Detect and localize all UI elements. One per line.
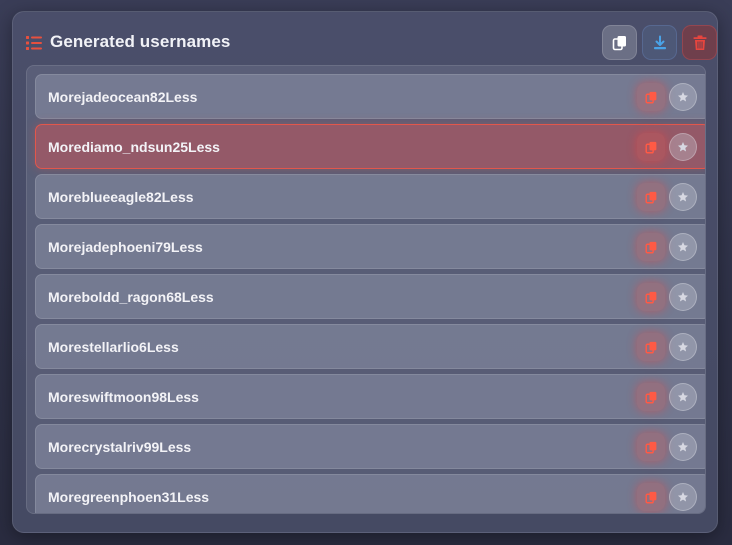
favorite-button[interactable]: [669, 333, 697, 361]
copy-icon: [644, 91, 656, 104]
username-text: Moreswiftmoon98Less: [48, 389, 199, 405]
star-icon: [678, 442, 688, 452]
username-text: Moreboldd_ragon68Less: [48, 289, 214, 305]
username-text: Morediamo_ndsun25Less: [48, 139, 220, 155]
copy-icon: [644, 391, 656, 404]
favorite-button[interactable]: [669, 233, 697, 261]
copy-icon: [612, 35, 626, 50]
trash-icon: [693, 35, 706, 50]
star-icon: [678, 92, 688, 102]
copy-username-button[interactable]: [637, 433, 665, 461]
delete-all-button[interactable]: [682, 25, 717, 60]
star-icon: [678, 492, 688, 502]
list-item[interactable]: Morestellarlio6Less: [35, 324, 705, 369]
copy-icon: [644, 341, 656, 354]
copy-icon: [644, 491, 656, 504]
star-icon: [678, 192, 688, 202]
panel-title: Generated usernames: [50, 32, 231, 51]
copy-username-button[interactable]: [637, 133, 665, 161]
copy-icon: [644, 291, 656, 304]
list-item[interactable]: Morecrystalriv99Less: [35, 424, 705, 469]
username-text: Moreblueeagle82Less: [48, 189, 194, 205]
download-button[interactable]: [642, 25, 677, 60]
star-icon: [678, 342, 688, 352]
copy-username-button[interactable]: [637, 183, 665, 211]
copy-username-button[interactable]: [637, 283, 665, 311]
star-icon: [678, 392, 688, 402]
list-item[interactable]: Moreswiftmoon98Less: [35, 374, 705, 419]
favorite-button[interactable]: [669, 483, 697, 511]
favorite-button[interactable]: [669, 83, 697, 111]
username-text: Morecrystalriv99Less: [48, 439, 192, 455]
list-item[interactable]: Morejadeocean82Less: [35, 74, 705, 119]
copy-username-button[interactable]: [637, 83, 665, 111]
list-item[interactable]: Morediamo_ndsun25Less: [35, 124, 705, 169]
list-icon: [26, 36, 42, 50]
usernames-panel: Generated usernames Morejadeocean82Less …: [12, 11, 718, 533]
panel-header: Generated usernames: [13, 12, 717, 67]
copy-username-button[interactable]: [637, 483, 665, 511]
copy-username-button[interactable]: [637, 383, 665, 411]
username-list[interactable]: Morejadeocean82Less Morediamo_ndsun25Les…: [26, 65, 706, 514]
copy-icon: [644, 241, 656, 254]
favorite-button[interactable]: [669, 183, 697, 211]
copy-icon: [644, 141, 656, 154]
download-icon: [653, 35, 666, 49]
list-item[interactable]: Morejadephoeni79Less: [35, 224, 705, 269]
star-icon: [678, 242, 688, 252]
copy-username-button[interactable]: [637, 333, 665, 361]
list-item[interactable]: Moreblueeagle82Less: [35, 174, 705, 219]
username-text: Morestellarlio6Less: [48, 339, 179, 355]
favorite-button[interactable]: [669, 283, 697, 311]
copy-icon: [644, 441, 656, 454]
list-item[interactable]: Moreboldd_ragon68Less: [35, 274, 705, 319]
username-text: Moregreenphoen31Less: [48, 489, 210, 505]
copy-username-button[interactable]: [637, 233, 665, 261]
copy-all-button[interactable]: [602, 25, 637, 60]
favorite-button[interactable]: [669, 133, 697, 161]
copy-icon: [644, 191, 656, 204]
favorite-button[interactable]: [669, 433, 697, 461]
username-text: Morejadephoeni79Less: [48, 239, 203, 255]
list-item[interactable]: Moregreenphoen31Less: [35, 474, 705, 513]
favorite-button[interactable]: [669, 383, 697, 411]
star-icon: [678, 292, 688, 302]
username-text: Morejadeocean82Less: [48, 89, 198, 105]
star-icon: [678, 142, 688, 152]
